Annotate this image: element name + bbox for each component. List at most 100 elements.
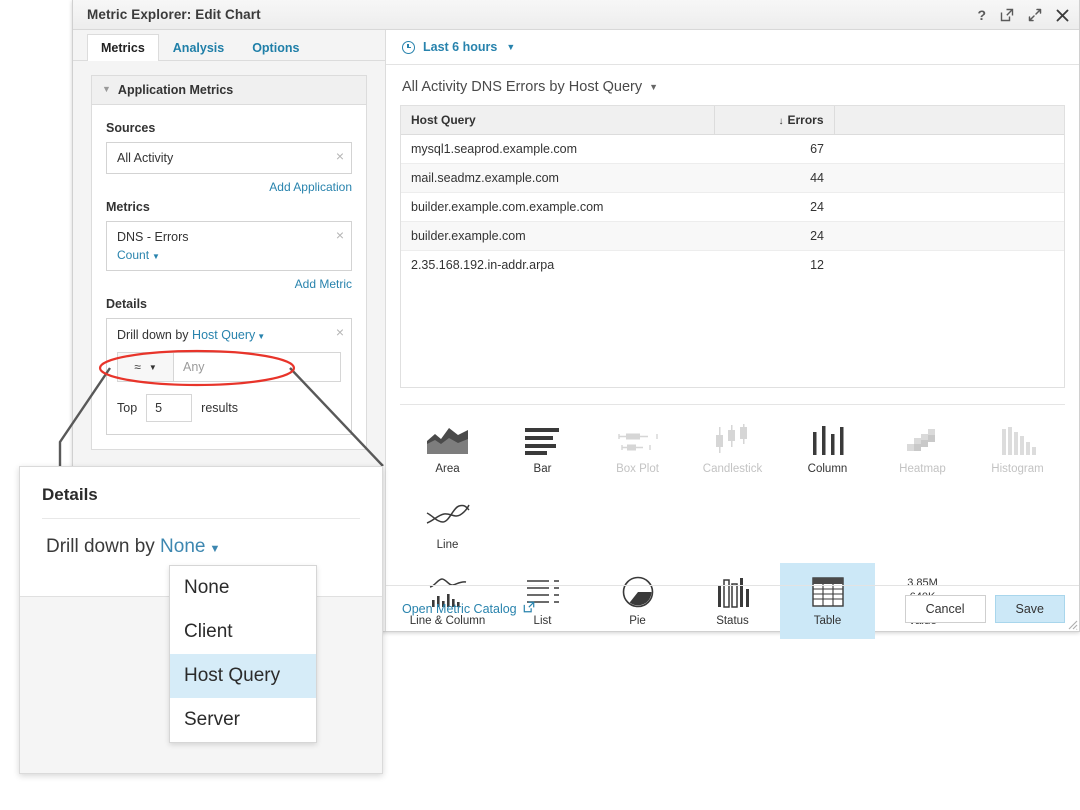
callout-panel: Details Drill down by None ▼ None Client …	[19, 466, 383, 774]
chart-type-bar[interactable]: Bar	[495, 411, 590, 487]
dialog-footer: Open Metric Catalog Cancel Save	[386, 585, 1079, 631]
cell-spacer	[834, 221, 1064, 251]
cell-host-query: mail.seadmz.example.com	[401, 163, 714, 193]
add-metric-link[interactable]: Add Metric	[106, 277, 352, 291]
tab-metrics[interactable]: Metrics	[87, 33, 159, 61]
metric-value: DNS - Errors	[117, 230, 189, 244]
callout-drill-prefix: Drill down by	[46, 536, 155, 557]
callout-drill-value[interactable]: None	[160, 536, 205, 557]
help-icon[interactable]: ?	[977, 8, 986, 22]
add-application-link[interactable]: Add Application	[106, 180, 352, 194]
table-header-row: Host Query ↓ Errors	[401, 106, 1064, 135]
top-results-row: Top 5 results	[117, 394, 341, 422]
detail-filter-row: ≈ ▼ Any	[117, 352, 341, 382]
cell-errors: 24	[714, 221, 834, 251]
tab-bar: Metrics Analysis Options	[73, 30, 385, 61]
window-titlebar: Metric Explorer: Edit Chart ?	[73, 0, 1079, 30]
chart-type-row-1: Area Bar Box Plot Candlestick Column Hea…	[400, 411, 1065, 563]
tab-analysis[interactable]: Analysis	[159, 34, 238, 62]
chart-type-box-plot: Box Plot	[590, 411, 685, 487]
remove-source-icon[interactable]: ×	[336, 149, 344, 163]
chart-type-heatmap: Heatmap	[875, 411, 970, 487]
metric-item[interactable]: DNS - Errors × Count ▼	[106, 221, 352, 271]
metrics-label: Metrics	[106, 200, 150, 214]
cell-errors: 67	[714, 134, 834, 164]
chart-type-box-plot-label: Box Plot	[616, 463, 659, 475]
close-icon[interactable]	[1056, 9, 1069, 22]
cell-spacer	[834, 134, 1064, 164]
table-row[interactable]: builder.example.com 24	[401, 221, 1064, 251]
dropdown-item-client[interactable]: Client	[170, 610, 316, 654]
drill-down-control[interactable]: Drill down by Host Query ▼	[117, 328, 341, 342]
cell-host-query: builder.example.com.example.com	[401, 192, 714, 222]
metric-aggregation-dropdown[interactable]: Count ▼	[117, 248, 325, 262]
time-range-value[interactable]: Last 6 hours	[423, 40, 497, 54]
chart-type-line[interactable]: Line	[400, 487, 495, 563]
screenshot-root: Metric Explorer: Edit Chart ? Metrics An…	[0, 0, 1080, 810]
tab-options[interactable]: Options	[238, 34, 313, 62]
column-header-errors[interactable]: ↓ Errors	[713, 106, 835, 135]
chart-type-histogram: Histogram	[970, 411, 1065, 487]
expand-icon[interactable]	[1028, 8, 1042, 22]
cell-errors: 24	[714, 192, 834, 222]
cell-host-query: mysql1.seaprod.example.com	[401, 134, 714, 164]
callout-drill-down-control[interactable]: Drill down by None ▼	[20, 519, 382, 558]
top-suffix-label: results	[201, 401, 238, 415]
application-metrics-title: Application Metrics	[117, 83, 234, 97]
dropdown-item-none[interactable]: None	[170, 566, 316, 610]
application-metrics-header[interactable]: ▼ Application Metrics	[92, 76, 366, 105]
chart-type-area-label: Area	[435, 463, 460, 475]
chart-type-candlestick-label: Candlestick	[702, 463, 763, 475]
preview-table: Host Query ↓ Errors mysql1.seaprod.exampl…	[400, 105, 1065, 388]
heatmap-icon	[903, 421, 943, 459]
table-body: mysql1.seaprod.example.com 67 mail.seadm…	[401, 134, 1064, 280]
cell-spacer	[834, 163, 1064, 193]
cancel-button[interactable]: Cancel	[904, 594, 986, 623]
chevron-down-icon[interactable]: ▼	[506, 42, 515, 52]
column-header-spacer	[834, 106, 1064, 135]
column-header-host-query[interactable]: Host Query	[401, 106, 714, 135]
chevron-down-icon: ▼	[148, 362, 157, 372]
remove-metric-icon[interactable]: ×	[336, 228, 344, 242]
cell-host-query: builder.example.com	[401, 221, 714, 251]
chart-title[interactable]: All Activity DNS Errors by Host Query ▼	[386, 65, 1079, 105]
time-range-bar: Last 6 hours ▼	[386, 30, 1079, 65]
footer-buttons: Cancel Save	[904, 594, 1065, 623]
drill-down-value[interactable]: Host Query	[192, 328, 255, 342]
filter-value-input[interactable]: Any	[174, 353, 340, 381]
dropdown-item-host-query[interactable]: Host Query	[170, 654, 316, 698]
chart-type-heatmap-label: Heatmap	[899, 463, 946, 475]
remove-detail-icon[interactable]: ×	[336, 325, 344, 339]
open-metric-catalog-link[interactable]: Open Metric Catalog	[402, 601, 535, 616]
resize-handle[interactable]	[1065, 617, 1078, 630]
popout-icon[interactable]	[1000, 8, 1014, 22]
details-label: Details	[106, 297, 147, 311]
save-button[interactable]: Save	[994, 594, 1065, 623]
top-prefix-label: Top	[117, 401, 138, 415]
cell-errors: 12	[810, 258, 824, 272]
source-item[interactable]: All Activity ×	[106, 142, 352, 174]
clock-icon	[402, 40, 415, 54]
table-row[interactable]: builder.example.com.example.com 24	[401, 192, 1064, 222]
chevron-down-icon[interactable]: ▼	[649, 82, 658, 92]
dropdown-item-server[interactable]: Server	[170, 698, 316, 742]
chevron-down-icon: ▼	[152, 252, 160, 261]
chart-type-column-label: Column	[807, 463, 848, 475]
top-results-input[interactable]: 5	[146, 394, 193, 422]
source-value: All Activity	[117, 151, 174, 165]
chart-type-area[interactable]: Area	[400, 411, 495, 487]
chart-title-text: All Activity DNS Errors by Host Query	[402, 79, 643, 95]
window-controls: ?	[977, 0, 1069, 30]
application-metrics-section: ▼ Application Metrics Sources All Activi…	[91, 75, 367, 450]
chart-type-line-label: Line	[436, 539, 459, 551]
open-metric-catalog-label: Open Metric Catalog	[402, 601, 517, 616]
chart-type-bar-label: Bar	[533, 463, 552, 475]
filter-operator-select[interactable]: ≈ ▼	[118, 353, 174, 381]
column-header-errors-label: Errors	[787, 113, 824, 127]
chart-type-column[interactable]: Column	[780, 411, 875, 487]
table-row[interactable]: mail.seadmz.example.com 44	[401, 163, 1064, 193]
table-row[interactable]: 2.35.168.192.in-addr.arpa 12	[401, 251, 1064, 280]
callout-title: Details	[42, 485, 98, 504]
application-metrics-body: Sources All Activity × Add Application M…	[92, 105, 366, 449]
table-row[interactable]: mysql1.seaprod.example.com 67	[401, 134, 1064, 164]
